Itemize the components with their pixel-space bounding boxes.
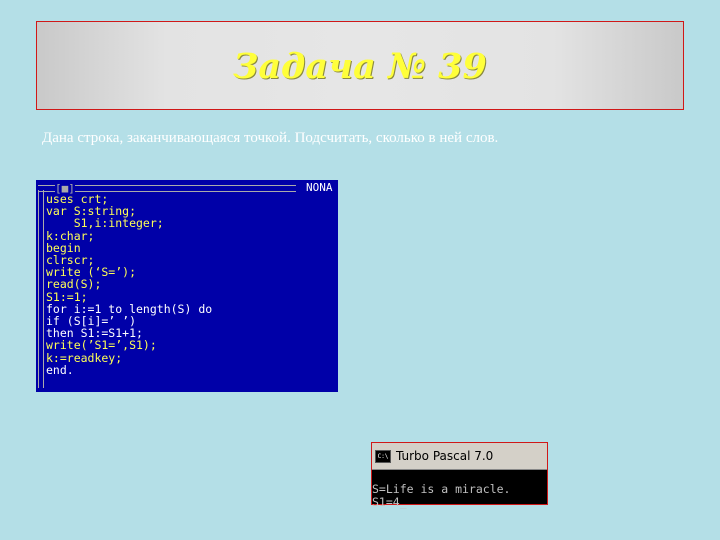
editor-frame-top xyxy=(38,185,296,192)
slide-title: Задача № 39 xyxy=(233,46,487,87)
slide-title-box: Задача № 39 xyxy=(36,21,684,110)
console-title-bar[interactable]: C:\ Turbo Pascal 7.0 xyxy=(372,443,547,470)
console-line: S=Life is a miracle. xyxy=(372,481,511,496)
console-line: S1=4_ xyxy=(372,494,407,509)
console-output: S=Life is a miracle. S1=4_ xyxy=(372,481,511,509)
console-title: Turbo Pascal 7.0 xyxy=(396,449,494,463)
console-icon: C:\ xyxy=(375,450,391,463)
editor-frame-left xyxy=(38,190,44,388)
task-description: Дана строка, заканчивающаяся точкой. Под… xyxy=(42,130,499,146)
editor-filename: NONA xyxy=(306,181,333,194)
code-line: end. xyxy=(46,362,74,377)
source-code[interactable]: uses crt; var S:string; S1,i:integer; k:… xyxy=(46,193,212,376)
code-editor-window[interactable]: [■] NONA uses crt; var S:string; S1,i:in… xyxy=(36,180,338,392)
console-window[interactable]: C:\ Turbo Pascal 7.0 S=Life is a miracle… xyxy=(371,442,548,508)
